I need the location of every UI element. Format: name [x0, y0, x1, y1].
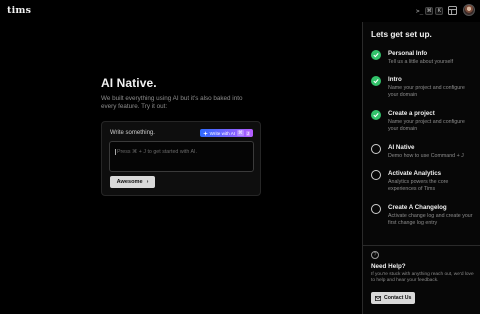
terminal-icon: >_	[416, 7, 424, 15]
check-circle-icon	[371, 50, 381, 60]
step-description: Activate change log and create your firs…	[388, 213, 473, 226]
page-subtitle: We built everything using AI but it's al…	[101, 95, 243, 111]
sparkle-icon	[202, 130, 208, 136]
step-create-changelog[interactable]: Create A Changelog Activate change log a…	[371, 201, 477, 229]
awesome-button-label: Awesome	[116, 179, 143, 185]
layout-icon[interactable]	[448, 6, 457, 15]
top-bar: tims >_ ⌘ K	[0, 0, 480, 22]
j-key: J	[245, 130, 250, 136]
mail-icon	[375, 295, 381, 301]
divider	[363, 245, 480, 246]
step-intro[interactable]: Intro Name your project and configure yo…	[371, 73, 477, 101]
step-description: Name your project and configure your dom…	[388, 85, 465, 98]
command-key: ⌘	[425, 7, 434, 15]
prompt-input[interactable]: Press ⌘ + J to get started with AI.	[109, 141, 254, 172]
hero-section: AI Native. We built everything using AI …	[101, 76, 261, 111]
k-key: K	[435, 7, 444, 15]
contact-us-label: Contact Us	[384, 295, 412, 301]
text-caret	[115, 149, 116, 155]
step-title: Create a project	[388, 110, 435, 117]
avatar[interactable]	[463, 4, 475, 16]
step-description: Demo how to use Command + J	[388, 153, 464, 159]
sidebar-title: Lets get set up.	[371, 29, 432, 39]
step-personal-info[interactable]: Personal Info Tell us a little about you…	[371, 47, 477, 75]
command-shortcut[interactable]: >_ ⌘ K	[416, 7, 444, 15]
contact-us-button[interactable]: Contact Us	[371, 292, 416, 304]
empty-circle-icon	[371, 170, 381, 180]
chevron-right-icon: ›	[146, 179, 149, 185]
write-with-ai-label: Write with AI	[209, 130, 236, 136]
step-title: Intro	[388, 76, 402, 83]
step-title: Personal Info	[388, 50, 428, 57]
help-title: Need Help?	[371, 263, 406, 270]
step-description: Tell us a little about yourself	[388, 59, 454, 65]
write-label: Write something.	[110, 130, 155, 136]
help-icon: ?	[371, 251, 379, 259]
help-text: If you're stuck with anything reach out,…	[371, 272, 474, 284]
check-circle-icon	[371, 110, 381, 120]
check-circle-icon	[371, 76, 381, 86]
setup-sidebar: Lets get set up. Personal Info Tell us a…	[362, 22, 480, 314]
prompt-placeholder: Press ⌘ + J to get started with AI.	[117, 149, 197, 155]
page-title: AI Native.	[101, 76, 157, 90]
step-activate-analytics[interactable]: Activate Analytics Analytics powers the …	[371, 167, 477, 195]
empty-circle-icon	[371, 204, 381, 214]
awesome-button[interactable]: Awesome ›	[110, 176, 155, 188]
step-ai-native[interactable]: AI Native Demo how to use Command + J	[371, 141, 477, 169]
step-description: Name your project and configure your dom…	[388, 119, 465, 132]
write-with-ai-button[interactable]: Write with AI ⌘ J	[199, 129, 253, 137]
step-create-project[interactable]: Create a project Name your project and c…	[371, 107, 477, 135]
write-card: Write something. Write with AI ⌘ J Press…	[101, 121, 261, 196]
step-title: Activate Analytics	[388, 170, 442, 177]
command-key: ⌘	[237, 130, 244, 136]
app-logo[interactable]: tims	[7, 5, 31, 16]
step-title: AI Native	[388, 144, 415, 151]
step-description: Analytics powers the core experiences of…	[388, 179, 449, 192]
empty-circle-icon	[371, 144, 381, 154]
step-title: Create A Changelog	[388, 204, 447, 211]
